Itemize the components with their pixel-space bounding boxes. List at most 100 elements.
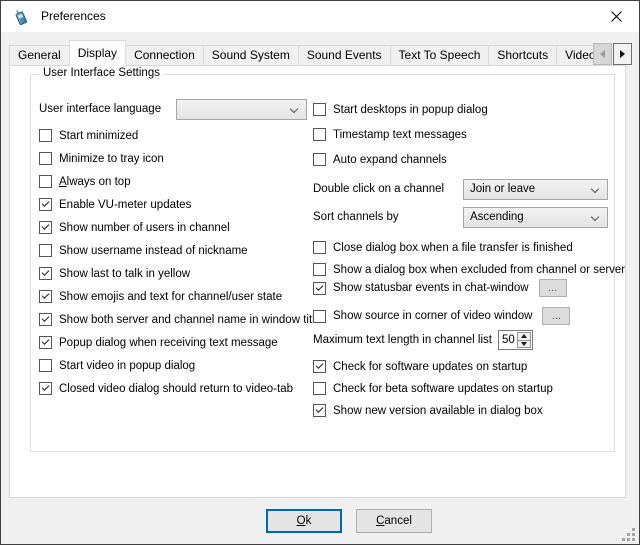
chevron-down-icon (591, 213, 599, 221)
tab-sound-events[interactable]: Sound Events (298, 45, 391, 66)
statusbar-events-more-button[interactable]: ... (539, 279, 567, 297)
start-minimized-checkbox[interactable] (39, 129, 52, 142)
statusbar-events-checkbox[interactable] (313, 282, 326, 295)
row-check-beta-updates[interactable]: Check for beta software updates on start… (313, 380, 625, 397)
row-vu-meter[interactable]: Enable VU-meter updates (39, 196, 307, 213)
double-click-value: Join or leave (470, 183, 535, 195)
row-emojis[interactable]: Show emojis and text for channel/user st… (39, 288, 307, 305)
app-icon (12, 8, 30, 26)
check-beta-updates-checkbox[interactable] (313, 382, 326, 395)
tab-scroll-left-button[interactable] (593, 43, 612, 65)
row-new-version-dialog[interactable]: Show new version available in dialog box (313, 402, 625, 419)
cancel-button[interactable]: Cancel (356, 509, 432, 533)
max-text-length-row: Maximum text length in channel list 50 (313, 330, 625, 350)
row-excluded-dialog[interactable]: Show a dialog box when excluded from cha… (313, 261, 625, 278)
sort-channels-value: Ascending (470, 211, 524, 223)
spin-up-button[interactable] (518, 333, 530, 341)
display-tab-page: User Interface Settings User interface l… (9, 65, 626, 498)
popup-text-message-checkbox[interactable] (39, 336, 52, 349)
last-talk-yellow-checkbox[interactable] (39, 267, 52, 280)
video-source-row[interactable]: Show source in corner of video window ..… (313, 306, 625, 326)
video-source-checkbox[interactable] (313, 310, 326, 323)
row-timestamp[interactable]: Timestamp text messages (313, 126, 625, 143)
double-click-select[interactable]: Join or leave (463, 179, 608, 200)
footer: Ok Cancel (1, 498, 639, 545)
tab-general[interactable]: General (9, 45, 70, 66)
row-window-title[interactable]: Show both server and channel name in win… (39, 311, 307, 328)
left-column: User interface language Start minimized … (39, 99, 307, 403)
max-text-length-spinner[interactable]: 50 (498, 330, 533, 350)
preferences-dialog: Preferences General Display Connection S… (0, 0, 640, 545)
row-desktops-popup[interactable]: Start desktops in popup dialog (313, 101, 625, 118)
row-video-popup[interactable]: Start video in popup dialog (39, 357, 307, 374)
window-title-label: Show both server and channel name in win… (59, 314, 321, 326)
desktops-popup-label: Start desktops in popup dialog (333, 104, 488, 116)
tab-shortcuts[interactable]: Shortcuts (488, 45, 557, 66)
language-select[interactable] (176, 99, 307, 120)
auto-expand-checkbox[interactable] (313, 153, 326, 166)
tab-display[interactable]: Display (69, 40, 126, 66)
show-username-checkbox[interactable] (39, 244, 52, 257)
minimize-to-tray-checkbox[interactable] (39, 152, 52, 165)
closed-video-return-checkbox[interactable] (39, 382, 52, 395)
emojis-checkbox[interactable] (39, 290, 52, 303)
close-icon (611, 11, 622, 22)
max-text-length-label: Maximum text length in channel list (313, 334, 492, 346)
checkmark-icon (42, 199, 50, 207)
row-closed-video-return[interactable]: Closed video dialog should return to vid… (39, 380, 307, 397)
spin-down-button[interactable] (518, 341, 530, 348)
language-label: User interface language (39, 103, 161, 115)
minimize-to-tray-label: Minimize to tray icon (59, 153, 164, 165)
tab-scroll-right-button[interactable] (613, 43, 632, 65)
timestamp-label: Timestamp text messages (333, 129, 467, 141)
statusbar-events-row[interactable]: Show statusbar events in chat-window ... (313, 278, 625, 298)
new-version-dialog-label: Show new version available in dialog box (333, 405, 543, 417)
video-source-more-button[interactable]: ... (542, 307, 570, 325)
checkmark-icon (316, 283, 324, 291)
vu-meter-checkbox[interactable] (39, 198, 52, 211)
close-button[interactable] (594, 1, 639, 32)
checkmark-icon (42, 291, 50, 299)
check-updates-checkbox[interactable] (313, 360, 326, 373)
row-always-on-top[interactable]: Always on top (39, 173, 307, 190)
excluded-dialog-checkbox[interactable] (313, 263, 326, 276)
row-user-count[interactable]: Show number of users in channel (39, 219, 307, 236)
always-on-top-label: Always on top (59, 176, 131, 188)
always-on-top-checkbox[interactable] (39, 175, 52, 188)
tab-connection[interactable]: Connection (125, 45, 204, 66)
row-auto-expand[interactable]: Auto expand channels (313, 151, 625, 168)
excluded-dialog-label: Show a dialog box when excluded from cha… (333, 264, 625, 276)
video-popup-checkbox[interactable] (39, 359, 52, 372)
desktops-popup-checkbox[interactable] (313, 103, 326, 116)
arrow-left-icon (600, 50, 605, 58)
user-count-checkbox[interactable] (39, 221, 52, 234)
checkmark-icon (316, 405, 324, 413)
double-click-row: Double click on a channel Join or leave (313, 179, 625, 200)
row-last-talk-yellow[interactable]: Show last to talk in yellow (39, 265, 307, 282)
sort-channels-select[interactable]: Ascending (463, 207, 608, 228)
row-check-updates[interactable]: Check for software updates on startup (313, 358, 625, 375)
new-version-dialog-checkbox[interactable] (313, 404, 326, 417)
timestamp-checkbox[interactable] (313, 128, 326, 141)
row-minimize-to-tray[interactable]: Minimize to tray icon (39, 150, 307, 167)
ok-button[interactable]: Ok (266, 509, 342, 533)
row-show-username[interactable]: Show username instead of nickname (39, 242, 307, 259)
tab-sound-system[interactable]: Sound System (203, 45, 299, 66)
row-start-minimized[interactable]: Start minimized (39, 127, 307, 144)
sort-channels-label: Sort channels by (313, 211, 399, 223)
resize-grip-icon[interactable] (622, 528, 636, 542)
tab-text-to-speech[interactable]: Text To Speech (390, 45, 490, 66)
emojis-label: Show emojis and text for channel/user st… (59, 291, 282, 303)
titlebar[interactable]: Preferences (1, 1, 639, 32)
triangle-down-icon (521, 342, 527, 346)
vu-meter-label: Enable VU-meter updates (59, 199, 191, 211)
row-close-on-transfer[interactable]: Close dialog box when a file transfer is… (313, 239, 625, 256)
auto-expand-label: Auto expand channels (333, 154, 447, 166)
chevron-down-icon (290, 105, 298, 113)
window-title-checkbox[interactable] (39, 313, 52, 326)
max-text-length-value: 50 (499, 331, 516, 349)
close-on-transfer-checkbox[interactable] (313, 241, 326, 254)
ok-button-label: Ok (297, 515, 312, 527)
row-popup-text-message[interactable]: Popup dialog when receiving text message (39, 334, 307, 351)
double-click-label: Double click on a channel (313, 183, 444, 195)
